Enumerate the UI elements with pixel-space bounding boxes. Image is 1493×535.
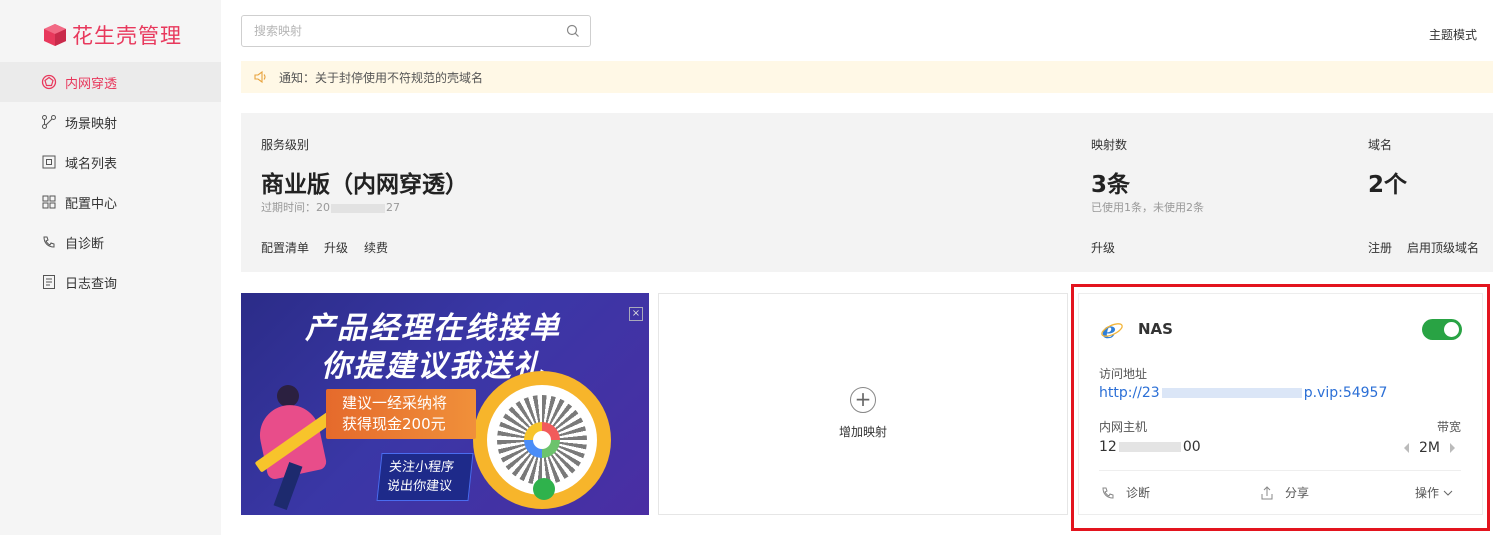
diagnose-icon: [1102, 487, 1114, 499]
access-address-label: 访问地址: [1099, 367, 1148, 381]
plus-icon: +: [850, 387, 876, 413]
notice-bar[interactable]: 通知：关于封停使用不符规范的壳域名: [241, 61, 1493, 93]
search-input[interactable]: [254, 16, 554, 46]
banner-reward-tag: 建议一经采纳将 获得现金200元: [326, 389, 476, 439]
card-divider: [1099, 470, 1461, 471]
bandwidth-increase-icon[interactable]: [1450, 443, 1455, 453]
domain-count-value: 2个: [1368, 172, 1408, 198]
mapping-upgrade-link[interactable]: 升级: [1091, 239, 1115, 256]
chevron-down-icon: [1443, 490, 1453, 496]
register-link[interactable]: 注册: [1368, 239, 1392, 256]
share-icon: [1261, 485, 1273, 499]
addr-suffix: p.vip:54957: [1303, 385, 1388, 401]
intranet-host-value: 12 00: [1099, 439, 1201, 455]
access-address-link[interactable]: http://23 p.vip:54957: [1099, 385, 1387, 401]
sidebar-item-label: 域名列表: [65, 156, 118, 172]
sidebar-nav: 内网穿透 场景映射 域名列表 配置中心 自诊断 日志查询: [0, 62, 221, 302]
sidebar: 花生壳管理 内网穿透 场景映射 域名列表 配置中心 自诊断 日志查询: [0, 0, 221, 535]
sidebar-item-label: 日志查询: [65, 276, 118, 292]
theme-mode-button[interactable]: 主题模式: [1429, 26, 1477, 43]
bandwidth-decrease-icon[interactable]: [1404, 443, 1409, 453]
sidebar-item-label: 自诊断: [65, 236, 105, 252]
sidebar-item-scene[interactable]: 场景映射: [0, 102, 221, 142]
sidebar-item-label: 配置中心: [65, 196, 118, 212]
promo-banner[interactable]: 产品经理在线接单 你提建议我送礼 建议一经采纳将 获得现金200元 关注小程序 …: [241, 293, 649, 515]
host-prefix: 12: [1099, 439, 1117, 455]
mapping-card: e NAS 访问地址 http://23 p.vip:54957 内网主机 12 0…: [1078, 293, 1483, 515]
redacted-block: [1118, 442, 1181, 452]
toggle-knob: [1444, 322, 1459, 337]
top-domain-link[interactable]: 启用顶级域名: [1407, 239, 1479, 256]
intranet-host-label: 内网主机: [1099, 420, 1148, 434]
domain-count-label: 域名: [1368, 138, 1393, 152]
mapping-name: NAS: [1138, 320, 1173, 338]
bandwidth-label: 带宽: [1437, 420, 1462, 434]
follow-line-1: 关注小程序: [388, 460, 455, 475]
expire-time: 过期时间：20 27: [261, 199, 400, 215]
sidebar-item-label: 场景映射: [65, 116, 118, 132]
expire-suffix: 27: [386, 201, 400, 214]
search-box: [241, 15, 591, 47]
qr-code: [473, 371, 611, 509]
character-head: [277, 385, 299, 407]
service-level-value: 商业版（内网穿透）: [261, 172, 468, 198]
share-button[interactable]: 分享: [1259, 484, 1309, 501]
renew-link[interactable]: 续费: [364, 239, 388, 256]
share-label: 分享: [1285, 486, 1310, 500]
expire-prefix: 过期时间：20: [261, 201, 330, 214]
domain-icon: [41, 154, 57, 170]
upgrade-link[interactable]: 升级: [324, 239, 348, 256]
mapping-count-label: 映射数: [1091, 138, 1128, 152]
brand-logo[interactable]: 花生壳管理: [42, 20, 182, 50]
add-mapping-label: 增加映射: [838, 425, 887, 439]
brand-name: 花生壳管理: [72, 24, 182, 48]
reward-line-2: 获得现金200元: [342, 415, 446, 433]
config-list-link[interactable]: 配置清单: [261, 239, 309, 256]
banner-close-button[interactable]: ×: [629, 307, 643, 321]
grid-icon: [41, 194, 57, 210]
mapping-usage: 已使用1条，未使用2条: [1091, 201, 1204, 214]
redacted-block: [331, 203, 385, 213]
peanut-logo-icon: [44, 24, 66, 46]
bandwidth-value: 2M: [1419, 440, 1440, 456]
ie-browser-icon: e: [1101, 318, 1123, 342]
search-icon[interactable]: [566, 24, 580, 38]
operations-dropdown[interactable]: 操作: [1415, 484, 1453, 501]
operations-label: 操作: [1415, 486, 1440, 500]
service-summary: 服务级别 商业版（内网穿透） 过期时间：20 27 配置清单 升级 续费 映射数 …: [241, 113, 1493, 272]
service-level-label: 服务级别: [261, 138, 310, 152]
bandwidth-stepper: 2M: [1404, 440, 1455, 456]
diagnose-label: 诊断: [1126, 486, 1151, 500]
follow-line-2: 说出你建议: [386, 479, 453, 494]
addr-prefix: http://23: [1099, 385, 1160, 401]
banner-follow-tag: 关注小程序 说出你建议: [376, 453, 474, 501]
redacted-block: [1161, 388, 1302, 398]
scene-icon: [41, 114, 57, 130]
diagnose-button[interactable]: 诊断: [1100, 484, 1150, 501]
qr-logo: [524, 422, 560, 458]
app-root: 花生壳管理 内网穿透 场景映射 域名列表 配置中心 自诊断 日志查询 搜索映射 …: [0, 0, 1493, 535]
sidebar-item-logs[interactable]: 日志查询: [0, 262, 221, 302]
sidebar-item-domains[interactable]: 域名列表: [0, 142, 221, 182]
reward-line-1: 建议一经采纳将: [342, 394, 448, 412]
qr-logo-hole: [533, 431, 551, 449]
speaker-icon: [254, 70, 266, 84]
add-mapping-card[interactable]: + 增加映射: [658, 293, 1068, 515]
mapping-count-value: 3条: [1091, 172, 1131, 198]
sidebar-item-config[interactable]: 配置中心: [0, 182, 221, 222]
notice-text: 通知：关于封停使用不符规范的壳域名: [279, 70, 484, 85]
log-icon: [41, 274, 57, 290]
sidebar-item-label: 内网穿透: [65, 76, 118, 92]
sidebar-item-diagnose[interactable]: 自诊断: [0, 222, 221, 262]
mini-program-icon: [533, 478, 555, 500]
diagnose-icon: [41, 234, 57, 250]
mapping-enable-toggle[interactable]: [1422, 319, 1462, 340]
host-suffix: 00: [1182, 439, 1201, 455]
sidebar-item-intranet[interactable]: 内网穿透: [0, 62, 221, 102]
network-icon: [41, 74, 57, 90]
